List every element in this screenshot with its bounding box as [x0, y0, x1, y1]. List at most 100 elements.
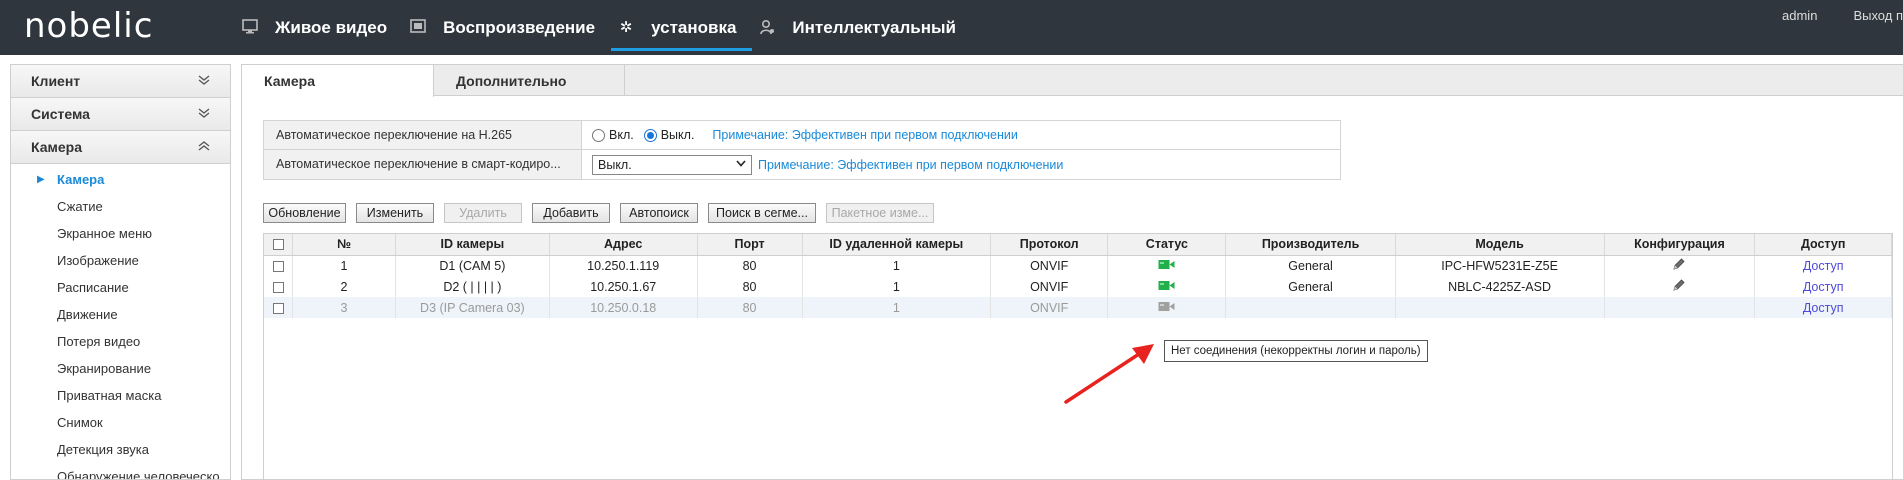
pencil-icon[interactable] [1672, 257, 1686, 274]
select-value: Выкл. [598, 157, 632, 172]
smart-codec-note: Примечание: Эффективен при первом подклю… [758, 157, 1064, 172]
cell-config [1604, 255, 1756, 276]
chevron-up-icon [198, 140, 210, 154]
film-icon [409, 18, 427, 37]
table-row[interactable]: 1 D1 (CAM 5) 10.250.1.119 80 1 ONVIF Gen… [264, 255, 1892, 276]
sidebar-item-snapshot[interactable]: Снимок [11, 409, 230, 436]
delete-button[interactable]: Удалить [444, 203, 522, 223]
section-label: Клиент [31, 73, 81, 89]
cell-address: 10.250.1.67 [549, 276, 698, 297]
sidebar-item-image[interactable]: Изображение [11, 247, 230, 274]
sidebar-item-motion[interactable]: Движение [11, 301, 230, 328]
camera-online-icon[interactable] [1158, 280, 1175, 294]
access-link[interactable]: Доступ [1803, 301, 1844, 315]
tab-advanced[interactable]: Дополнительно [434, 65, 625, 96]
cell-address: 10.250.0.18 [549, 297, 698, 318]
select-all-checkbox[interactable] [264, 234, 294, 256]
sidebar-item-schedule[interactable]: Расписание [11, 274, 230, 301]
item-label: Расписание [57, 280, 129, 295]
tab-bar: Камера Дополнительно [242, 65, 1903, 97]
cell-camera-id: D3 (IP Camera 03) [395, 297, 550, 318]
item-label: Детекция звука [57, 442, 149, 457]
pencil-icon[interactable] [1672, 278, 1686, 295]
chevron-down-icon [736, 159, 746, 170]
cell-status [1107, 297, 1227, 318]
col-access: Доступ [1754, 234, 1892, 256]
row-checkbox[interactable] [264, 276, 294, 297]
segment-search-button[interactable]: Поиск в сегме... [708, 203, 816, 223]
col-remote-id: ID удаленной камеры [802, 234, 992, 256]
item-label: Экранирование [57, 361, 152, 376]
item-label: Движение [57, 307, 118, 322]
row-checkbox[interactable] [264, 255, 294, 276]
sidebar-item-human-detection[interactable]: Обнаружение человеческо... [11, 463, 230, 480]
access-link[interactable]: Доступ [1803, 280, 1844, 294]
cell-model: IPC-HFW5231E-Z5E [1395, 255, 1605, 276]
radio-on[interactable]: Вкл. [592, 128, 634, 142]
username: admin [1782, 8, 1818, 23]
batch-edit-button[interactable]: Пакетное изме... [826, 203, 934, 223]
nav-intelligent[interactable]: Интеллектуальный [752, 0, 972, 55]
refresh-button[interactable]: Обновление [263, 203, 346, 223]
item-label: Камера [57, 172, 105, 187]
main-panel: Камера Дополнительно Автоматическое пере… [241, 64, 1903, 480]
table-row[interactable]: 3 D3 (IP Camera 03) 10.250.0.18 80 1 ONV… [264, 297, 1892, 318]
sidebar-item-privacy-mask[interactable]: Приватная маска [11, 382, 230, 409]
sidebar-section-system[interactable]: Система [11, 98, 230, 131]
sidebar: Клиент Система Камера ▶ Камера Сжатие Экр… [10, 64, 231, 480]
col-status: Статус [1107, 234, 1227, 256]
cell-protocol: ONVIF [990, 276, 1109, 297]
sidebar-section-client[interactable]: Клиент [11, 65, 230, 98]
main-nav: Живое видео Воспроизведение ✲ установка … [235, 0, 972, 55]
radio-label: Вкл. [609, 128, 634, 142]
sidebar-item-tampering[interactable]: Экранирование [11, 355, 230, 382]
sidebar-item-osd[interactable]: Экранное меню [11, 220, 230, 247]
sidebar-item-compression[interactable]: Сжатие [11, 193, 230, 220]
item-label: Сжатие [57, 199, 103, 214]
nav-setup[interactable]: ✲ установка [611, 0, 753, 55]
nav-playback[interactable]: Воспроизведение [403, 0, 611, 55]
triangle-right-icon: ▶ [37, 174, 45, 185]
cell-remote-id: 1 [802, 276, 992, 297]
col-camera-id: ID камеры [395, 234, 550, 256]
radio-off[interactable]: Выкл. [643, 128, 694, 142]
sidebar-item-video-loss[interactable]: Потеря видео [11, 328, 230, 355]
sidebar-section-camera[interactable]: Камера [11, 131, 230, 164]
smart-codec-select[interactable]: Выкл. [592, 154, 752, 175]
option-label: Автоматическое переключение на H.265 [264, 121, 582, 149]
cell-port: 80 [697, 255, 803, 276]
cell-camera-id: D2 ( | | | | ) [395, 276, 550, 297]
cell-protocol: ONVIF [990, 297, 1109, 318]
access-link[interactable]: Доступ [1803, 259, 1844, 273]
logout-link[interactable]: Выход п [1853, 8, 1903, 23]
camera-offline-icon[interactable] [1158, 301, 1175, 315]
camera-online-icon[interactable] [1158, 259, 1175, 273]
cell-model [1395, 297, 1605, 318]
table-header: № ID камеры Адрес Порт ID удаленной каме… [264, 234, 1892, 256]
col-protocol: Протокол [990, 234, 1109, 256]
cell-access: Доступ [1754, 255, 1892, 276]
sidebar-item-audio-detection[interactable]: Детекция звука [11, 436, 230, 463]
sidebar-item-camera[interactable]: ▶ Камера [11, 166, 230, 193]
cell-port: 80 [697, 276, 803, 297]
cell-vendor: General [1225, 255, 1396, 276]
nav-live-video[interactable]: Живое видео [235, 0, 403, 55]
cell-remote-id: 1 [802, 255, 992, 276]
row-checkbox[interactable] [264, 297, 294, 318]
col-address: Адрес [549, 234, 698, 256]
tab-camera[interactable]: Камера [242, 65, 434, 97]
autosearch-button[interactable]: Автопоиск [620, 203, 698, 223]
item-label: Обнаружение человеческо... [57, 469, 230, 480]
cell-remote-id: 1 [802, 297, 992, 318]
add-button[interactable]: Добавить [532, 203, 610, 223]
cell-camera-id: D1 (CAM 5) [395, 255, 550, 276]
table-row[interactable]: 2 D2 ( | | | | ) 10.250.1.67 80 1 ONVIF … [264, 276, 1892, 297]
col-model: Модель [1395, 234, 1605, 256]
options-box: Автоматическое переключение на H.265 Вкл… [263, 120, 1341, 180]
section-label: Система [31, 106, 90, 122]
chevron-down-icon [198, 107, 210, 121]
gear-icon: ✲ [619, 18, 633, 36]
item-label: Изображение [57, 253, 139, 268]
edit-button[interactable]: Изменить [356, 203, 434, 223]
nav-label: Воспроизведение [443, 17, 596, 37]
